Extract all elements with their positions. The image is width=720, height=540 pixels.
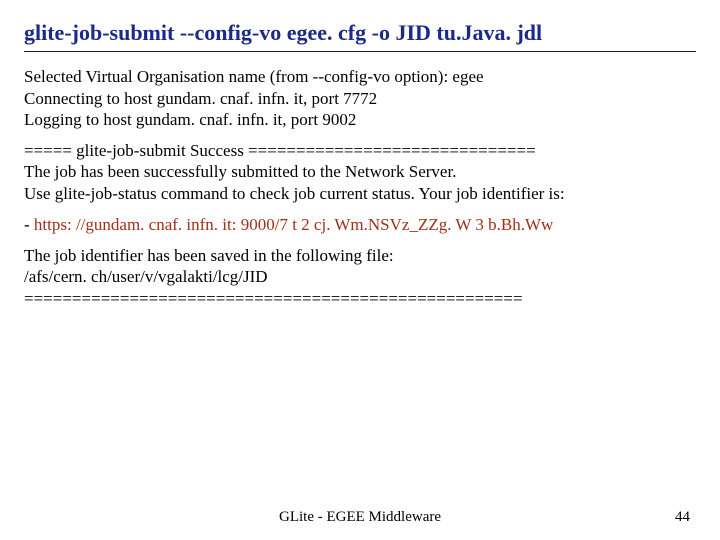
output-line: ===== glite-job-submit Success =========… <box>24 141 536 160</box>
url-prefix: - <box>24 215 34 234</box>
page-title: glite-job-submit --config-vo egee. cfg -… <box>24 20 696 45</box>
output-line: Connecting to host gundam. cnaf. infn. i… <box>24 89 377 108</box>
job-url: https: //gundam. cnaf. infn. it: 9000/7 … <box>34 215 553 234</box>
output-line: Use glite-job-status command to check jo… <box>24 184 565 203</box>
output-line: ========================================… <box>24 289 523 308</box>
output-line: Logging to host gundam. cnaf. infn. it, … <box>24 110 356 129</box>
output-line: The job has been successfully submitted … <box>24 162 456 181</box>
footer-title: GLite - EGEE Middleware <box>30 509 690 526</box>
output-line: The job identifier has been saved in the… <box>24 246 394 265</box>
output-block-1: Selected Virtual Organisation name (from… <box>24 66 696 130</box>
page-number: 44 <box>675 509 690 526</box>
job-url-line: - https: //gundam. cnaf. infn. it: 9000/… <box>24 214 696 235</box>
output-block-3: The job identifier has been saved in the… <box>24 245 696 309</box>
output-line: Selected Virtual Organisation name (from… <box>24 67 484 86</box>
title-divider <box>24 51 696 52</box>
output-line: /afs/cern. ch/user/v/vgalakti/lcg/JID <box>24 267 268 286</box>
output-block-2: ===== glite-job-submit Success =========… <box>24 140 696 204</box>
footer: GLite - EGEE Middleware 44 <box>0 509 720 526</box>
slide: glite-job-submit --config-vo egee. cfg -… <box>0 0 720 540</box>
